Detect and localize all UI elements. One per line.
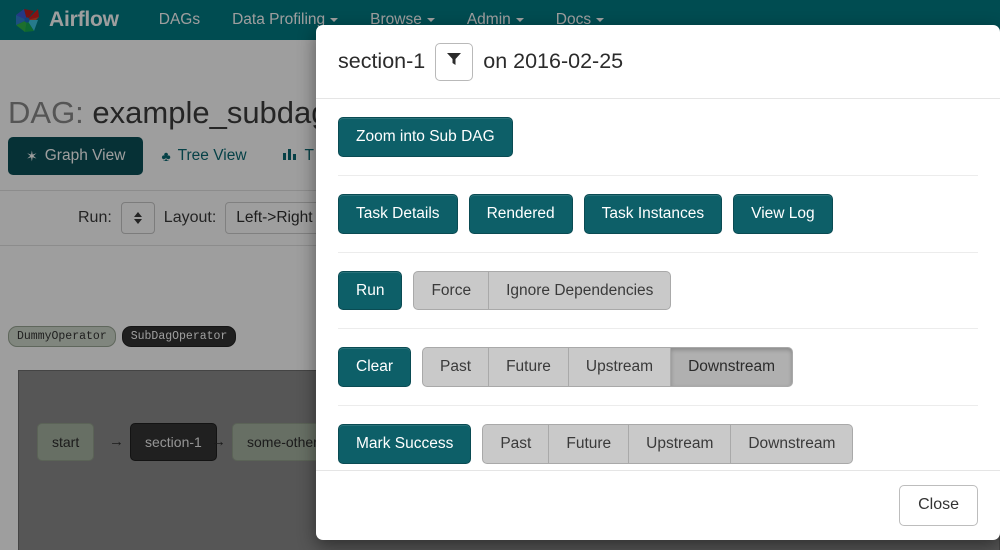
mark-success-option-past[interactable]: Past [482,424,549,464]
run-option-force[interactable]: Force [413,271,489,311]
task-action-modal: section-1 on 2016-02-25 Zoom into Sub DA… [316,25,1000,540]
run-row: Run Force Ignore Dependencies [338,253,978,330]
close-button[interactable]: Close [899,485,978,525]
run-option-ignore-dependencies[interactable]: Ignore Dependencies [489,271,671,311]
zoom-row: Zoom into Sub DAG [338,99,978,176]
view-log-button[interactable]: View Log [733,194,832,234]
modal-footer: Close [316,470,1000,540]
clear-option-downstream[interactable]: Downstream [671,347,793,387]
clear-option-future[interactable]: Future [489,347,569,387]
mark-success-button[interactable]: Mark Success [338,424,471,464]
rendered-button[interactable]: Rendered [469,194,573,234]
mark-success-row: Mark Success Past Future Upstream Downst… [338,406,978,470]
modal-header: section-1 on 2016-02-25 [316,25,1000,99]
mark-success-option-future[interactable]: Future [549,424,629,464]
zoom-into-sub-dag-button[interactable]: Zoom into Sub DAG [338,117,513,157]
clear-option-past[interactable]: Past [422,347,489,387]
clear-options-group: Past Future Upstream Downstream [422,347,793,387]
run-options-group: Force Ignore Dependencies [413,271,671,311]
mark-success-options-group: Past Future Upstream Downstream [482,424,853,464]
details-row: Task Details Rendered Task Instances Vie… [338,176,978,253]
modal-task-name: section-1 [338,49,425,74]
clear-button[interactable]: Clear [338,347,411,387]
run-button[interactable]: Run [338,271,402,311]
task-details-button[interactable]: Task Details [338,194,458,234]
modal-body: Zoom into Sub DAG Task Details Rendered … [316,99,1000,470]
mark-success-option-downstream[interactable]: Downstream [731,424,853,464]
clear-row: Clear Past Future Upstream Downstream [338,329,978,406]
filter-button[interactable] [435,43,473,81]
task-instances-button[interactable]: Task Instances [584,194,723,234]
screen: Airflow DAGs Data Profiling Browse Admin… [0,0,1000,550]
modal-date: on 2016-02-25 [483,49,623,74]
filter-icon [446,52,462,71]
clear-option-upstream[interactable]: Upstream [569,347,671,387]
mark-success-option-upstream[interactable]: Upstream [629,424,731,464]
